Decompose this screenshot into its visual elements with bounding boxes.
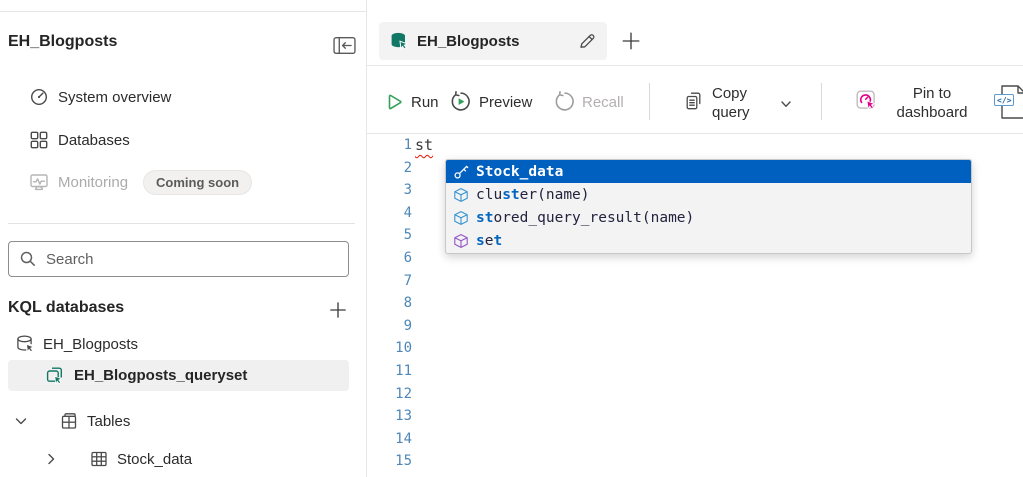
tree-item-queryset[interactable]	[8, 360, 349, 391]
sidebar-item-label: System overview	[58, 88, 172, 106]
sample-queries-button[interactable]: </>	[994, 84, 1023, 120]
folder-table-icon	[61, 413, 77, 429]
function-cube-icon	[453, 210, 469, 226]
autocomplete-dropdown: Stock_data cluster(name) stored_query_resu…	[445, 159, 972, 254]
sidebar-item-databases[interactable]: Databases	[29, 128, 130, 152]
toolbar-divider	[649, 83, 650, 120]
new-tab-button[interactable]	[617, 27, 645, 55]
line-number: 13	[395, 408, 412, 425]
typed-text: st	[415, 136, 434, 154]
run-button[interactable]: Run	[411, 93, 439, 113]
chevron-down-icon[interactable]	[779, 97, 793, 111]
function-cube-icon	[453, 187, 469, 203]
editor-line-1: st	[415, 134, 1023, 157]
copy-query-button[interactable]: Copy query	[712, 84, 776, 122]
table-key-icon	[453, 164, 469, 180]
sidebar-top-border	[0, 11, 366, 12]
search-icon	[20, 251, 35, 266]
search-input[interactable]	[46, 250, 338, 268]
line-number: 7	[403, 272, 412, 289]
grid-icon	[30, 131, 48, 149]
plus-icon	[622, 32, 640, 50]
suggestion-item[interactable]: set	[446, 230, 971, 253]
tab-row-border	[367, 65, 1023, 66]
sidebar-item-label: Monitoring	[58, 173, 129, 191]
pin-to-dashboard-icon[interactable]	[855, 89, 879, 113]
line-number: 12	[395, 385, 412, 402]
add-database-button[interactable]	[324, 297, 352, 323]
kql-queryset-window: EH_Blogposts System overview Databases M…	[0, 0, 1023, 477]
suggestion-label: cluster(name)	[476, 186, 590, 203]
line-number: 15	[395, 453, 412, 470]
gauge-icon	[30, 88, 48, 106]
line-number: 6	[403, 249, 412, 266]
line-number: 14	[395, 430, 412, 447]
run-icon[interactable]	[384, 92, 404, 112]
line-number: 5	[403, 227, 412, 244]
table-icon	[91, 451, 107, 467]
chevron-right-icon	[48, 453, 55, 465]
chevron-down-icon	[15, 418, 27, 425]
tab-eh-blogposts[interactable]: EH_Blogposts	[379, 22, 607, 60]
line-number: 10	[395, 340, 412, 357]
line-number: 3	[403, 182, 412, 199]
suggestion-label: set	[476, 233, 503, 250]
recall-icon[interactable]	[553, 90, 576, 113]
tree-item-tables[interactable]: Tables	[13, 407, 130, 435]
sidebar-title: EH_Blogposts	[8, 33, 118, 50]
sidebar-item-monitoring: Monitoring Coming soon	[29, 169, 253, 195]
database-icon	[391, 32, 409, 51]
search-box[interactable]	[8, 241, 349, 277]
suggestion-item[interactable]: Stock_data	[446, 160, 971, 184]
sidebar-item-system-overview[interactable]: System overview	[29, 85, 171, 109]
suggestion-label: Stock_data	[476, 163, 564, 180]
toolbar-divider	[821, 83, 822, 120]
copy-icon[interactable]	[683, 90, 705, 112]
sidebar-section-divider	[8, 223, 355, 224]
monitoring-icon	[30, 174, 48, 191]
line-number: 4	[403, 204, 412, 221]
tab-title: EH_Blogposts	[417, 32, 520, 50]
preview-icon[interactable]	[449, 90, 472, 113]
tree-item-label: Stock_data	[117, 450, 193, 468]
pin-to-dashboard-button[interactable]: Pin to dashboard	[886, 84, 978, 122]
line-number: 8	[403, 295, 412, 312]
line-number: 2	[403, 159, 412, 176]
tree-item-label: Tables	[87, 412, 131, 430]
tree-item-label: EH_Blogposts	[43, 335, 139, 353]
collapse-pane-button[interactable]	[331, 33, 357, 57]
tree-item-database[interactable]: EH_Blogposts	[15, 330, 138, 358]
line-number: 9	[403, 317, 412, 334]
keyword-cube-icon	[453, 233, 469, 249]
kql-databases-header: KQL databases	[8, 299, 125, 316]
database-icon	[17, 335, 34, 353]
preview-button[interactable]: Preview	[479, 93, 532, 113]
line-number: 11	[395, 362, 412, 379]
code-glyph: </>	[994, 94, 1015, 106]
tree-item-stock-data[interactable]: Stock_data	[43, 445, 192, 473]
line-numbers: 1 2 3 4 5 6 7 8 9 10 11 12 13 14 15	[367, 134, 412, 473]
plus-icon	[330, 302, 346, 318]
recall-button[interactable]: Recall	[582, 93, 624, 113]
coming-soon-badge: Coming soon	[143, 169, 253, 195]
suggestion-item[interactable]: stored_query_result(name)	[446, 206, 971, 229]
suggestion-label: stored_query_result(name)	[476, 209, 695, 226]
line-number: 1	[403, 137, 412, 153]
suggestion-item[interactable]: cluster(name)	[446, 183, 971, 206]
sidebar-item-label: Databases	[58, 131, 130, 149]
collapse-pane-icon	[332, 36, 356, 54]
pencil-icon[interactable]	[577, 31, 597, 51]
